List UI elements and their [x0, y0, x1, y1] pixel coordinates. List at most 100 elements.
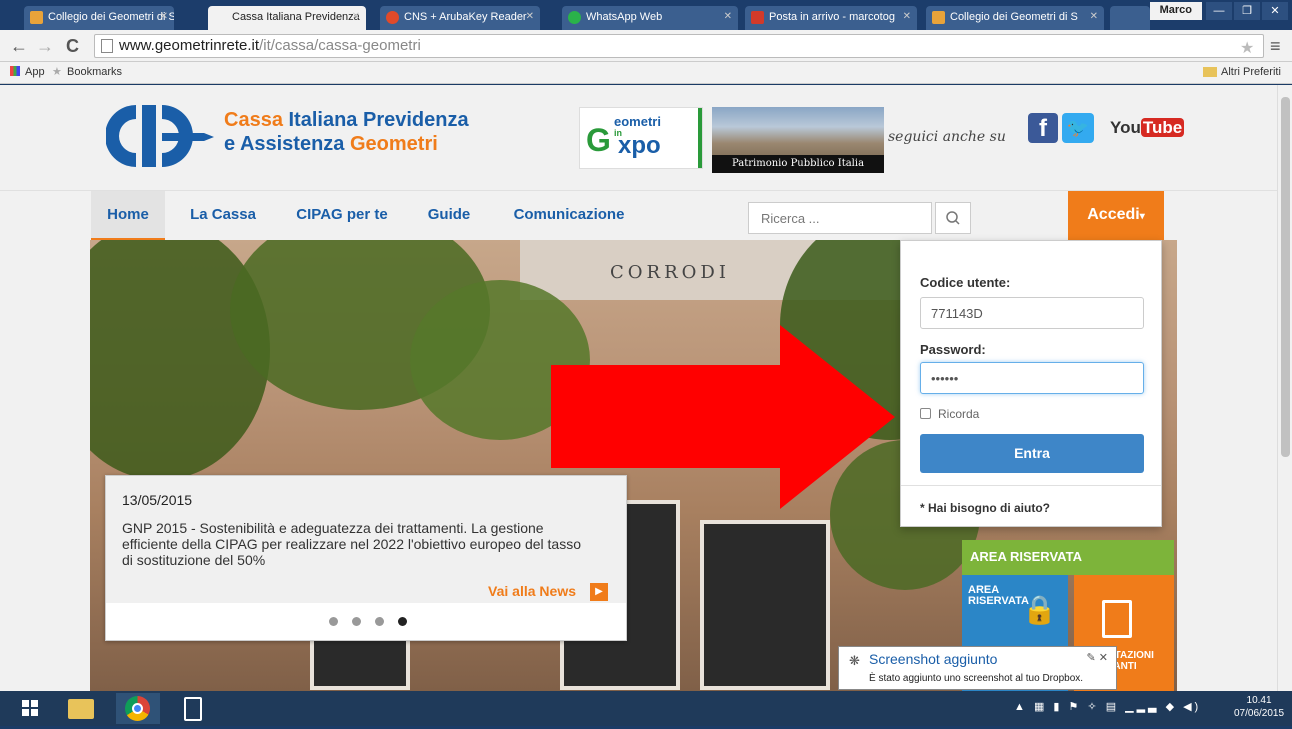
tab-posta[interactable]: Posta in arrivo - marcotog ✕ — [745, 6, 917, 30]
new-tab-button[interactable] — [1110, 6, 1150, 30]
main-nav: Home La Cassa CIPAG per te Guide Comunic… — [0, 190, 1277, 241]
browser-toolbar: ← → C www.geometrinrete.it/it/cassa/cass… — [0, 30, 1292, 62]
taskbar-clock[interactable]: 10.41 07/06/2015 — [1234, 694, 1284, 720]
patrimonio-banner[interactable]: Patrimonio Pubblico Italia — [712, 107, 884, 173]
login-dropdown: Codice utente: 771143D Password: •••••• … — [900, 240, 1162, 527]
nav-comunicazione[interactable]: Comunicazione — [496, 191, 642, 241]
page-icon — [101, 39, 113, 53]
carousel-dot-2[interactable] — [352, 617, 361, 626]
url-host: www.geometrinrete.it — [119, 37, 260, 54]
news-link[interactable]: Vai alla News — [488, 583, 576, 599]
window-controls: — ❐ ✕ — [1206, 2, 1288, 20]
bookmark-other[interactable]: Altri Preferiti — [1221, 66, 1281, 78]
nav-home[interactable]: Home — [91, 191, 165, 241]
close-window-icon[interactable]: ✕ — [1262, 2, 1288, 20]
start-button[interactable] — [8, 693, 52, 724]
favicon-icon — [932, 11, 945, 24]
close-tab-icon[interactable]: ✕ — [526, 11, 534, 22]
password-input[interactable]: •••••• — [920, 362, 1144, 394]
red-arrow-head — [780, 325, 895, 509]
close-tab-icon[interactable]: ✕ — [724, 11, 732, 22]
area-riservata-tile[interactable]: AREA RISERVATA — [962, 540, 1174, 575]
cipag-logo-icon[interactable] — [106, 103, 214, 169]
tab-strip: Collegio dei Geometri di S ✕ Cassa Itali… — [0, 0, 1292, 30]
folder-icon — [1203, 67, 1217, 77]
close-tab-icon[interactable]: ✕ — [1090, 11, 1098, 22]
login-submit-button[interactable]: Entra — [920, 434, 1144, 473]
building-inscription: CORRODI — [610, 262, 730, 283]
page-scrollbar[interactable] — [1277, 85, 1292, 691]
news-text: GNP 2015 - Sostenibilità e adeguatezza d… — [122, 520, 581, 568]
star-icon: ★ — [52, 66, 62, 78]
geometri-expo-banner[interactable]: G eometri in xpo — [579, 107, 703, 169]
tab-collegio-1[interactable]: Collegio dei Geometri di S ✕ — [24, 6, 174, 30]
favicon-icon — [386, 11, 399, 24]
restore-icon[interactable]: ❐ — [1234, 2, 1260, 20]
notification-text: È stato aggiunto uno screenshot al tuo D… — [869, 673, 1084, 684]
chrome-icon[interactable] — [116, 693, 160, 724]
bookmark-apps[interactable]: App — [25, 66, 45, 78]
carousel-dot-4[interactable] — [398, 617, 407, 626]
close-tab-icon[interactable]: ✕ — [903, 11, 911, 22]
system-tray[interactable]: ▲ ▦ ▮ ⚑ ✧ ▤ ▁▂▃ ◆ ◀) — [1014, 700, 1201, 713]
facebook-icon[interactable]: f — [1028, 113, 1058, 143]
site-header: Cassa Italiana Previdenza e Assistenza G… — [0, 85, 1277, 190]
minimize-icon[interactable]: — — [1206, 2, 1232, 20]
twitter-icon[interactable]: 🐦 — [1062, 113, 1094, 143]
close-tab-icon[interactable]: ✕ — [160, 11, 168, 22]
gmail-icon — [751, 11, 764, 24]
url-path: /it/cassa/cassa-geometri — [259, 37, 421, 54]
address-bar[interactable]: www.geometrinrete.it/it/cassa/cassa-geom… — [94, 34, 1264, 58]
nav-guide[interactable]: Guide — [418, 191, 480, 241]
windows-taskbar: ▲ ▦ ▮ ⚑ ✧ ▤ ▁▂▃ ◆ ◀) 10.41 07/06/2015 — [0, 691, 1292, 726]
star-icon[interactable]: ★ — [1240, 38, 1254, 58]
brand-line-2: e Assistenza Geometri — [224, 133, 438, 155]
search-icon — [946, 211, 960, 225]
user-code-input[interactable]: 771143D — [920, 297, 1144, 329]
news-card: 13/05/2015 GNP 2015 - Sostenibilità e ad… — [105, 475, 627, 641]
dropbox-notification[interactable]: ❋ Screenshot aggiunto È stato aggiunto u… — [838, 646, 1117, 690]
carousel-dot-1[interactable] — [329, 617, 338, 626]
password-label: Password: — [920, 342, 986, 357]
scrollbar-thumb[interactable] — [1281, 97, 1290, 457]
dropbox-icon: ❋ — [849, 653, 860, 668]
red-arrow — [551, 365, 801, 468]
menu-icon[interactable]: ≡ — [1270, 36, 1281, 57]
tab-collegio-2[interactable]: Collegio dei Geometri di S ✕ — [926, 6, 1104, 30]
user-code-label: Codice utente: — [920, 275, 1011, 290]
clipboard-app-icon[interactable] — [172, 693, 216, 724]
windows-logo-icon — [22, 700, 38, 716]
chevron-right-icon[interactable]: ▶ — [590, 583, 608, 601]
nav-la-cassa[interactable]: La Cassa — [178, 191, 268, 241]
forward-arrow-icon[interactable]: → — [36, 36, 54, 57]
close-tab-icon[interactable]: ✕ — [352, 11, 360, 22]
tab-whatsapp[interactable]: WhatsApp Web ✕ — [562, 6, 738, 30]
accedi-dropdown-button[interactable]: Accedi▾ — [1068, 191, 1164, 241]
nav-cipag-per-te[interactable]: CIPAG per te — [282, 191, 402, 241]
bookmarks-bar: App ★ Bookmarks Altri Preferiti — [0, 62, 1292, 84]
notification-title: Screenshot aggiunto — [869, 651, 998, 667]
file-explorer-icon[interactable] — [60, 693, 104, 724]
search-button[interactable] — [935, 202, 971, 234]
document-icon — [1102, 600, 1132, 638]
carousel-indicators — [106, 603, 626, 640]
news-date: 13/05/2015 — [122, 492, 193, 508]
tab-cns-arubakey[interactable]: CNS + ArubaKey Reader ✕ — [380, 6, 540, 30]
favicon-icon — [30, 11, 43, 24]
bookmark-bookmarks[interactable]: Bookmarks — [67, 66, 122, 78]
help-link[interactable]: * Hai bisogno di aiuto? — [920, 501, 1050, 515]
youtube-icon[interactable]: You Tube — [1110, 113, 1185, 143]
profile-button[interactable]: Marco — [1149, 2, 1202, 20]
tab-cassa-italiana[interactable]: Cassa Italiana Previdenza ✕ — [208, 6, 366, 30]
notification-close-icon[interactable]: ✎ ✕ — [1087, 651, 1109, 664]
caret-down-icon: ▾ — [1139, 211, 1145, 222]
apps-icon — [10, 66, 20, 76]
carousel-dot-3[interactable] — [375, 617, 384, 626]
back-arrow-icon[interactable]: ← — [10, 36, 28, 57]
remember-label: Ricorda — [938, 407, 980, 421]
reload-icon[interactable]: C — [66, 36, 79, 57]
lock-icon: 🔒 — [1022, 594, 1057, 625]
search-input[interactable]: Ricerca ... — [748, 202, 932, 234]
remember-checkbox[interactable] — [920, 408, 931, 419]
web-page: Cassa Italiana Previdenza e Assistenza G… — [0, 85, 1277, 691]
